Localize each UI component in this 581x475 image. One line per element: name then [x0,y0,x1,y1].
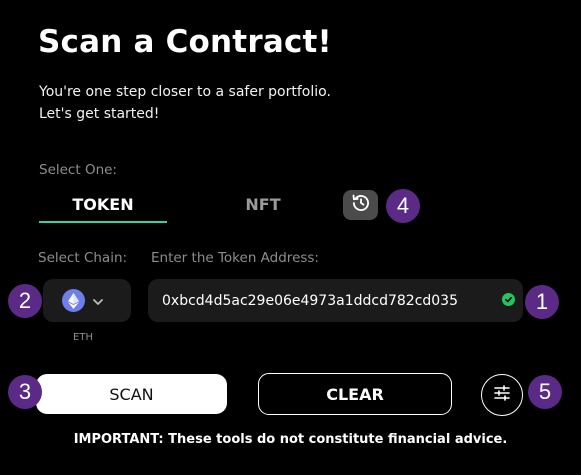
step-badge-2: 2 [8,284,42,318]
step-badge-3: 3 [8,375,42,409]
token-address-label: Enter the Token Address: [151,250,319,266]
token-address-input[interactable] [162,279,502,322]
select-one-label: Select One: [39,162,117,178]
settings-button[interactable] [481,374,523,416]
page-title: Scan a Contract! [38,24,332,60]
history-button[interactable] [343,190,378,220]
subtitle-line-1: You're one step closer to a safer portfo… [39,84,331,100]
chain-select[interactable] [43,279,131,322]
tab-token[interactable]: TOKEN [39,195,167,223]
valid-check-icon [502,293,515,306]
ethereum-icon [62,289,85,312]
step-badge-1: 1 [525,285,559,319]
chain-name: ETH [73,332,93,343]
tab-nft[interactable]: NFT [199,195,327,221]
page-subtitle: You're one step closer to a safer portfo… [39,81,331,125]
clear-button[interactable]: CLEAR [258,373,452,415]
step-badge-5: 5 [528,375,562,409]
disclaimer-text: IMPORTANT: These tools do not constitute… [73,432,508,447]
sliders-icon [493,385,511,405]
scan-button[interactable]: SCAN [36,374,227,414]
subtitle-line-2: Let's get started! [39,106,160,122]
history-icon [351,193,371,217]
chevron-down-icon [92,293,104,312]
select-chain-label: Select Chain: [38,250,128,266]
token-address-field [148,279,523,322]
step-badge-4: 4 [386,189,420,223]
